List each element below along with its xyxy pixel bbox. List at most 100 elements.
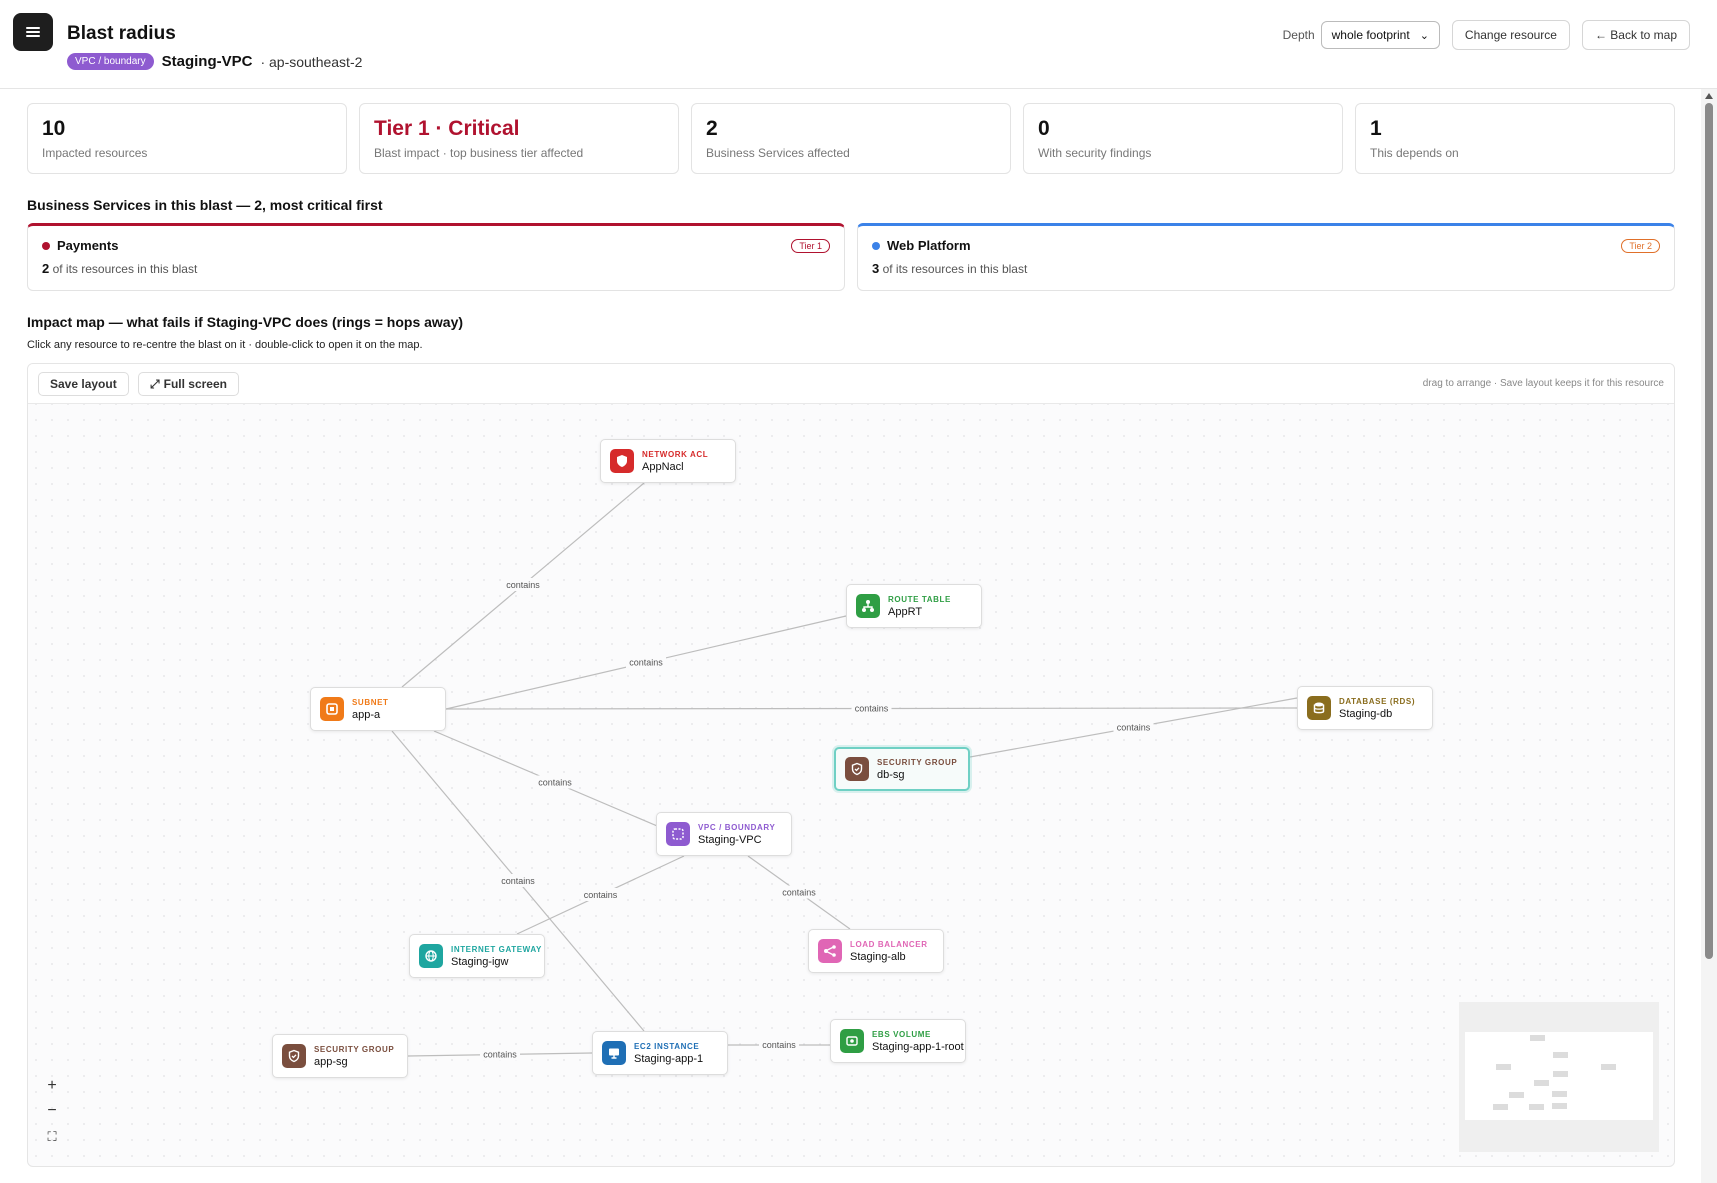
- hamburger-icon: [26, 27, 40, 37]
- service-count-text: of its resources in this blast: [882, 262, 1028, 276]
- service-name: Payments: [42, 238, 830, 253]
- node-text: SUBNET app-a: [352, 698, 389, 721]
- service-name: Web Platform: [872, 238, 1660, 253]
- edge-label: contains: [483, 1050, 517, 1060]
- node-name: Staging-app-1: [634, 1052, 704, 1065]
- back-to-map-button[interactable]: ← Back to map: [1581, 20, 1690, 50]
- chevron-down-icon: ⌄: [1419, 29, 1429, 42]
- node-text: SECURITY GROUP db-sg: [877, 758, 957, 781]
- security-group-icon: [282, 1044, 306, 1068]
- node-text: VPC / BOUNDARY Staging-VPC: [698, 823, 775, 846]
- page-title: Blast radius: [67, 23, 176, 44]
- map-node-app-sg[interactable]: SECURITY GROUP app-sg: [272, 1034, 408, 1078]
- edge-label: contains: [538, 778, 572, 788]
- node-text: DATABASE (RDS) Staging-db: [1339, 697, 1415, 720]
- map-node-staging-alb[interactable]: LOAD BALANCER Staging-alb: [808, 929, 944, 973]
- page-header: Blast radius VPC / boundary Staging-VPC …: [0, 0, 1717, 89]
- minimap-node: [1552, 1091, 1567, 1097]
- service-card-web-platform[interactable]: Web Platform 3 of its resources in this …: [857, 223, 1675, 291]
- service-dot-icon: [42, 241, 50, 250]
- zoom-out-icon[interactable]: −: [40, 1099, 64, 1123]
- impact-heading: Impact map — what fails if Staging-VPC d…: [27, 314, 464, 330]
- service-count-text: of its resources in this blast: [52, 262, 198, 276]
- minimap-node: [1553, 1052, 1568, 1058]
- map-node-staging-vpc[interactable]: VPC / BOUNDARY Staging-VPC: [656, 812, 792, 856]
- volume-icon: [840, 1029, 864, 1053]
- stat-value: Tier 1 · Critical: [374, 117, 520, 140]
- scroll-up-icon[interactable]: [1705, 93, 1713, 99]
- node-text: EBS VOLUME Staging-app-1-root: [872, 1030, 964, 1053]
- minimap-viewport: [1465, 1032, 1653, 1120]
- page-scrollbar[interactable]: [1701, 89, 1717, 1183]
- node-name: Staging-VPC: [698, 833, 762, 846]
- minimap-node: [1530, 1035, 1545, 1041]
- map-node-staging-db[interactable]: DATABASE (RDS) Staging-db: [1297, 686, 1433, 730]
- edge-label: contains: [1117, 723, 1151, 733]
- service-name-text: Payments: [57, 238, 119, 253]
- stat-label: Impacted resources: [42, 146, 148, 160]
- scrollbar-thumb[interactable]: [1705, 103, 1713, 959]
- node-text: ROUTE TABLE AppRT: [888, 595, 951, 618]
- impact-hint: Click any resource to re-centre the blas…: [27, 339, 423, 351]
- edge-label: contains: [782, 888, 816, 898]
- minimap[interactable]: [1459, 1002, 1659, 1152]
- service-count-value: 3: [872, 261, 880, 276]
- stat-value: 1: [1370, 117, 1382, 140]
- zoom-in-icon[interactable]: +: [40, 1074, 64, 1098]
- edge-label: contains: [584, 890, 618, 900]
- stat-value: 10: [42, 117, 66, 140]
- change-resource-button[interactable]: Change resource: [1451, 20, 1570, 50]
- impact-map[interactable]: Save layout ⤢ Full screen drag to arrang…: [27, 363, 1675, 1167]
- edge-label: contains: [629, 658, 663, 668]
- shield-icon: [610, 449, 634, 473]
- globe-icon: [419, 944, 443, 968]
- stat-card-services: 2 Business Services affected: [691, 103, 1011, 174]
- edge-label: contains: [855, 704, 889, 714]
- edge-label: contains: [501, 876, 535, 886]
- header-actions: Depth whole footprint ⌄ Change resource …: [1283, 20, 1690, 50]
- fit-view-icon[interactable]: ⛶: [40, 1125, 64, 1149]
- load-balancer-icon: [818, 939, 842, 963]
- minimap-node: [1534, 1080, 1549, 1086]
- stat-card-findings: 0 With security findings: [1023, 103, 1343, 174]
- map-node-staging-app-1-root[interactable]: EBS VOLUME Staging-app-1-root: [830, 1019, 966, 1063]
- minimap-node: [1529, 1104, 1544, 1110]
- node-type: EBS VOLUME: [872, 1029, 931, 1039]
- vpc-icon: [666, 822, 690, 846]
- node-name: AppRT: [888, 605, 923, 618]
- node-text: NETWORK ACL AppNacl: [642, 450, 708, 473]
- resource-region: · ap-southeast-2: [260, 53, 363, 70]
- stats-row: 10 Impacted resources Tier 1 · Critical …: [27, 103, 1675, 174]
- node-name: Staging-alb: [850, 950, 906, 963]
- node-type: SUBNET: [352, 697, 389, 707]
- node-name: app-a: [352, 708, 381, 721]
- node-type: LOAD BALANCER: [850, 939, 928, 949]
- node-type: SECURITY GROUP: [877, 757, 958, 767]
- minimap-node: [1493, 1104, 1508, 1110]
- map-node-staging-app-1[interactable]: EC2 INSTANCE Staging-app-1: [592, 1031, 728, 1075]
- stat-card-depends-on: 1 This depends on: [1355, 103, 1675, 174]
- map-node-apprt[interactable]: ROUTE TABLE AppRT: [846, 584, 982, 628]
- menu-button[interactable]: [13, 13, 53, 51]
- map-node-staging-igw[interactable]: INTERNET GATEWAY Staging-igw: [409, 934, 545, 978]
- minimap-node: [1552, 1103, 1567, 1109]
- stat-label: This depends on: [1370, 146, 1459, 160]
- map-node-appnacl[interactable]: NETWORK ACL AppNacl: [600, 439, 736, 483]
- node-type: SECURITY GROUP: [314, 1044, 395, 1054]
- minimap-node: [1509, 1092, 1524, 1098]
- node-type: INTERNET GATEWAY: [451, 944, 542, 954]
- node-type: DATABASE (RDS): [1339, 696, 1416, 706]
- stat-value: 0: [1038, 117, 1050, 140]
- map-node-db-sg[interactable]: SECURITY GROUP db-sg: [834, 747, 970, 791]
- map-node-app-a[interactable]: SUBNET app-a: [310, 687, 446, 731]
- node-name: Staging-igw: [451, 955, 509, 968]
- service-count-value: 2: [42, 261, 50, 276]
- node-text: SECURITY GROUP app-sg: [314, 1045, 394, 1068]
- node-name: Staging-db: [1339, 707, 1393, 720]
- tier-badge: Tier 2: [1621, 239, 1660, 253]
- node-name: AppNacl: [642, 460, 684, 473]
- service-card-payments[interactable]: Payments 2 of its resources in this blas…: [27, 223, 845, 291]
- service-count: 2 of its resources in this blast: [42, 261, 830, 276]
- depth-select[interactable]: whole footprint ⌄: [1320, 21, 1440, 49]
- service-dot-icon: [872, 241, 880, 250]
